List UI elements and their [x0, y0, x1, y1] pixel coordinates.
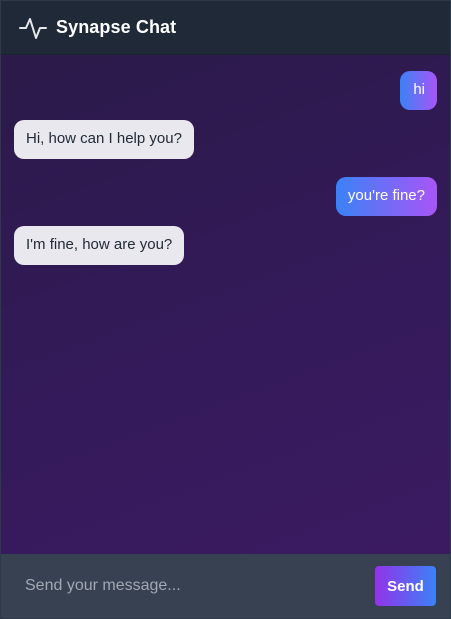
message-list[interactable]: hi Hi, how can I help you? you're fine? …: [1, 55, 450, 554]
message-composer: Send: [1, 554, 450, 618]
bot-message-bubble: I'm fine, how are you?: [14, 226, 185, 265]
user-message-bubble: hi: [400, 71, 437, 110]
chat-header: Synapse Chat: [1, 1, 450, 55]
message-row-user: hi: [14, 71, 437, 110]
bot-message-bubble: Hi, how can I help you?: [14, 120, 194, 159]
message-row-bot: I'm fine, how are you?: [14, 226, 437, 265]
user-message-bubble: you're fine?: [335, 177, 437, 216]
send-button[interactable]: Send: [375, 566, 436, 606]
chat-window: Synapse Chat hi Hi, how can I help you? …: [0, 0, 451, 619]
message-row-bot: Hi, how can I help you?: [14, 120, 437, 159]
app-title: Synapse Chat: [56, 17, 177, 37]
message-input[interactable]: [13, 566, 375, 606]
activity-pulse-icon: [18, 14, 48, 42]
message-row-user: you're fine?: [14, 177, 437, 216]
